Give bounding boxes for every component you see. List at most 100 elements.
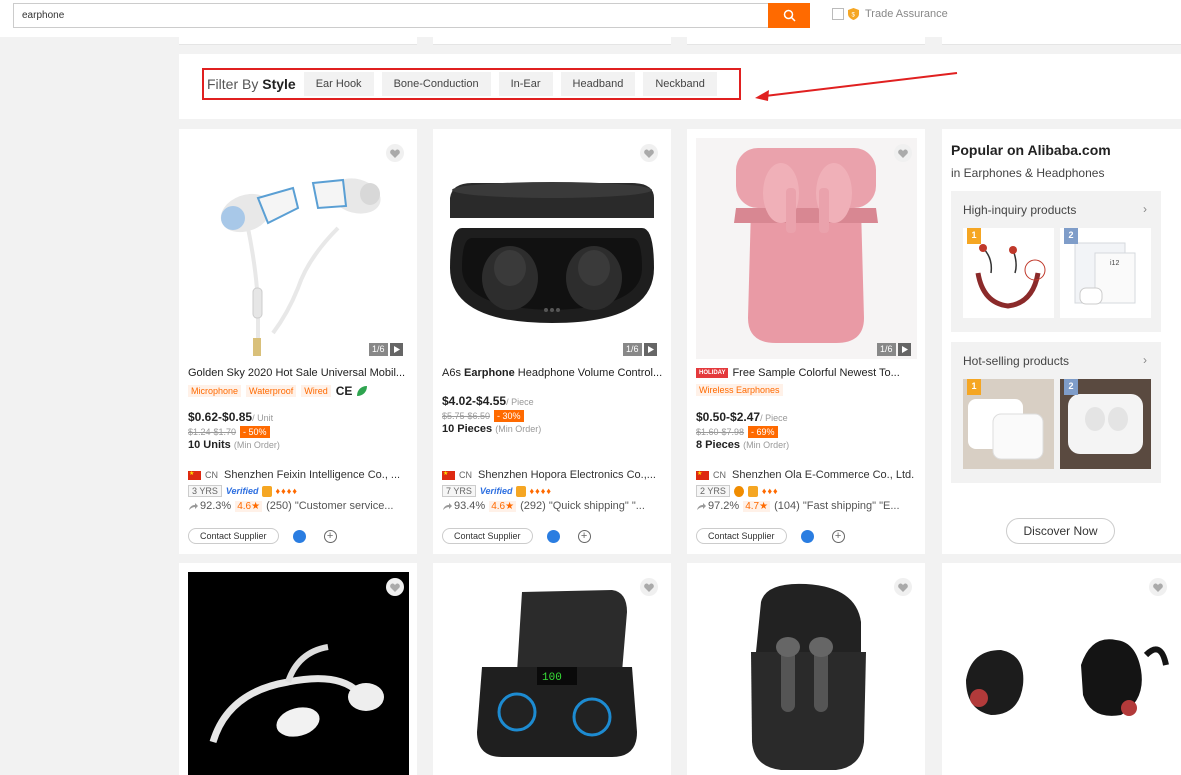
years-badge: 3 YRS <box>188 485 222 497</box>
product-title[interactable]: HOLIDAY Free Sample Colorful Newest To... <box>696 367 918 379</box>
earbuds-case-image <box>450 182 654 323</box>
contact-supplier-button[interactable]: Contact Supplier <box>188 528 279 544</box>
favorite-heart-icon[interactable] <box>894 578 912 596</box>
supplier-rating: 97.2% 4.7★ (104) "Fast shipping" "E... <box>696 500 918 512</box>
contact-supplier-button[interactable]: Contact Supplier <box>442 528 533 544</box>
contact-supplier-button[interactable]: Contact Supplier <box>696 528 787 544</box>
share-arrow-icon <box>697 502 706 510</box>
favorite-heart-icon[interactable] <box>1149 578 1167 596</box>
product-tags: Microphone Waterproof Wired CE <box>188 384 368 398</box>
popular-panel: Popular on Alibaba.com in Earphones & He… <box>942 129 1181 554</box>
holiday-badge: HOLIDAY <box>696 368 729 379</box>
image-pager[interactable]: 1/6 <box>369 343 403 356</box>
black-earbuds-case-image <box>751 583 866 770</box>
assessed-supplier-icon <box>733 485 744 497</box>
trade-assurance-shield-icon: $ <box>848 8 859 20</box>
hot-selling-thumb[interactable]: 2 <box>1060 379 1151 469</box>
product-title[interactable]: Golden Sky 2020 Hot Sale Universal Mobil… <box>188 367 410 379</box>
hot-selling-section[interactable]: Hot-selling products › 1 2 <box>951 342 1161 483</box>
gold-supplier-icon <box>747 485 758 497</box>
previous-card-edge <box>687 37 925 45</box>
filter-chip-ear-hook[interactable]: Ear Hook <box>303 72 374 96</box>
play-video-icon[interactable] <box>643 343 657 356</box>
supplier-name[interactable]: CN Shenzhen Feixin Intelligence Co., ... <box>188 469 410 481</box>
share-arrow-icon <box>443 502 452 510</box>
play-video-icon[interactable] <box>389 343 403 356</box>
filter-chip-in-ear[interactable]: In-Ear <box>498 72 553 96</box>
favorite-heart-icon[interactable] <box>640 578 658 596</box>
trade-assurance-checkbox[interactable] <box>832 8 844 20</box>
favorite-heart-icon[interactable] <box>894 144 912 162</box>
search-button[interactable] <box>768 3 810 28</box>
add-compare-icon[interactable]: + <box>323 529 337 543</box>
add-compare-icon[interactable]: + <box>831 529 845 543</box>
hot-selling-thumb[interactable]: 1 <box>963 379 1054 469</box>
eco-leaf-icon <box>357 386 368 396</box>
favorite-heart-icon[interactable] <box>640 144 658 162</box>
sport-earbuds-image <box>966 639 1169 716</box>
play-video-icon[interactable] <box>897 343 911 356</box>
product-image[interactable] <box>696 572 917 775</box>
favorite-heart-icon[interactable] <box>386 578 404 596</box>
product-card[interactable] <box>942 563 1181 775</box>
diamond-icons: ♦♦♦ <box>761 486 779 496</box>
supplier-meta: 7 YRS Verified ♦♦♦♦ <box>442 485 552 497</box>
supplier-name[interactable]: CN Shenzhen Ola E-Commerce Co., Ltd. <box>696 469 918 481</box>
min-order: 8 Pieces (Min Order) <box>696 439 790 451</box>
svg-text:100: 100 <box>542 672 562 684</box>
image-pager[interactable]: 1/6 <box>877 343 911 356</box>
product-card[interactable] <box>179 563 417 775</box>
years-badge: 7 YRS <box>442 485 476 497</box>
svg-text:i12: i12 <box>1110 260 1119 267</box>
chat-icon[interactable] <box>800 529 814 543</box>
high-inquiry-thumb[interactable]: i12 2 <box>1060 228 1151 318</box>
search-input[interactable] <box>14 4 754 27</box>
product-image[interactable]: 100 <box>442 572 663 775</box>
filter-bar: Filter By Style Ear Hook Bone-Conduction… <box>179 54 1181 119</box>
chevron-right-icon[interactable]: › <box>1143 353 1147 367</box>
discover-now-button[interactable]: Discover Now <box>1006 518 1115 544</box>
chat-icon[interactable] <box>292 529 306 543</box>
product-title[interactable]: A6s Earphone Headphone Volume Control... <box>442 367 664 379</box>
share-arrow-icon <box>189 502 198 510</box>
previous-card-edge <box>942 37 1181 45</box>
chat-icon[interactable] <box>546 529 560 543</box>
rank-badge: 2 <box>1064 228 1078 244</box>
product-card[interactable] <box>687 563 925 775</box>
favorite-heart-icon[interactable] <box>386 144 404 162</box>
product-image[interactable] <box>951 580 1172 775</box>
contact-row: Contact Supplier + <box>696 528 845 544</box>
chevron-right-icon[interactable]: › <box>1143 202 1147 216</box>
original-price: $1.60-$7.98- 69% <box>696 426 778 438</box>
diamond-icons: ♦♦♦♦ <box>275 486 298 496</box>
product-card[interactable]: 1/6 HOLIDAY Free Sample Colorful Newest T… <box>687 129 925 554</box>
previous-card-edge <box>179 37 417 45</box>
product-card[interactable]: 100 <box>433 563 671 775</box>
product-image[interactable] <box>188 572 409 775</box>
original-price: $5.75-$6.50- 30% <box>442 410 524 422</box>
image-count: 1/6 <box>877 343 896 356</box>
high-inquiry-thumb[interactable]: 1 <box>963 228 1054 318</box>
product-image[interactable] <box>696 138 917 359</box>
high-inquiry-section[interactable]: High-inquiry products › 1 i12 2 <box>951 191 1161 332</box>
gold-supplier-icon <box>515 485 526 497</box>
product-image[interactable] <box>188 138 409 359</box>
filter-chip-neckband[interactable]: Neckband <box>643 72 717 96</box>
tag: Wired <box>301 385 331 397</box>
trade-assurance-filter[interactable]: $ Trade Assurance <box>832 8 948 20</box>
china-flag-icon <box>442 470 455 480</box>
filter-chip-headband[interactable]: Headband <box>560 72 636 96</box>
supplier-name[interactable]: CN Shenzhen Hopora Electronics Co.,... <box>442 469 664 481</box>
supplier-rating: 93.4% 4.6★ (292) "Quick shipping" "... <box>442 500 664 512</box>
bone-conduction-headphone-image <box>209 644 384 744</box>
rank-badge: 2 <box>1064 379 1078 395</box>
product-card[interactable]: 1/6 A6s Earphone Headphone Volume Contro… <box>433 129 671 554</box>
image-pager[interactable]: 1/6 <box>623 343 657 356</box>
add-compare-icon[interactable]: + <box>577 529 591 543</box>
popular-subtitle: in Earphones & Headphones <box>951 166 1105 180</box>
discount-badge: - 69% <box>748 426 778 438</box>
product-card[interactable]: 1/6 Golden Sky 2020 Hot Sale Universal M… <box>179 129 417 554</box>
filter-chip-bone-conduction[interactable]: Bone-Conduction <box>381 72 491 96</box>
product-image[interactable] <box>442 138 663 359</box>
filter-title: Filter By Style <box>207 76 296 92</box>
